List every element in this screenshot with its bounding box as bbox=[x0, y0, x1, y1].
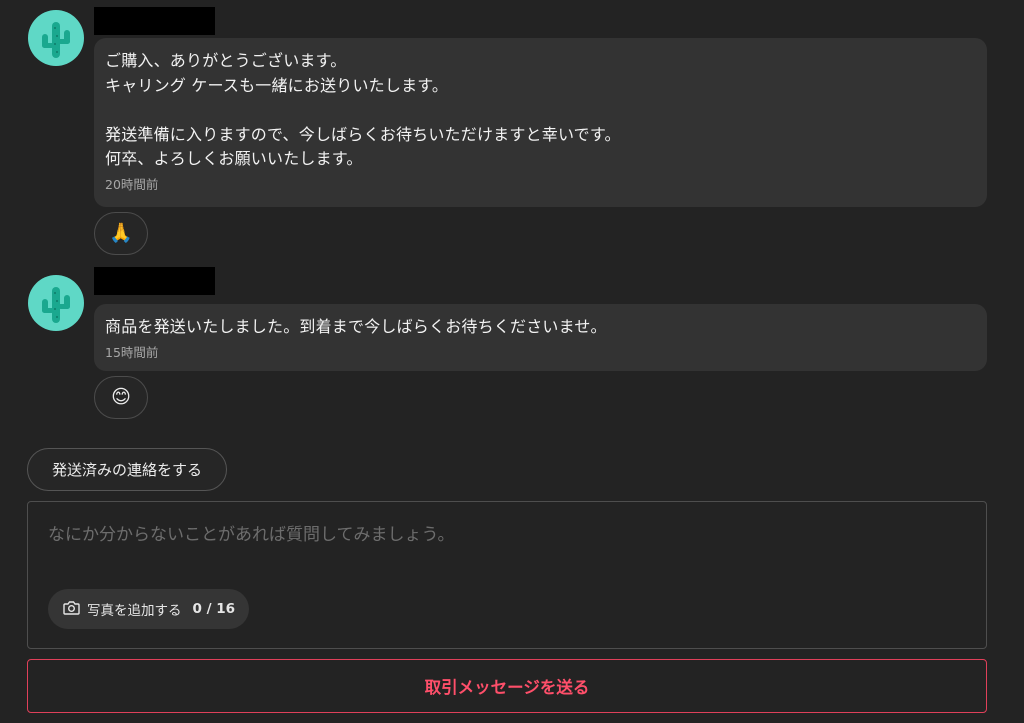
redacted-username bbox=[94, 267, 215, 295]
reaction-badge[interactable]: 😊 bbox=[94, 376, 148, 419]
message-text: ご購入、ありがとうございます。 キャリング ケースも一緒にお送りいたします。 発… bbox=[105, 51, 621, 168]
add-photo-label: 写真を追加する bbox=[87, 603, 182, 619]
message-input[interactable] bbox=[48, 520, 968, 580]
photo-counter: 0 / 16 bbox=[192, 601, 236, 617]
smiling-face-icon: 😊 bbox=[111, 386, 131, 408]
transaction-message-page: ご購入、ありがとうございます。 キャリング ケースも一緒にお送りいたします。 発… bbox=[0, 0, 1024, 723]
message-timestamp: 20時間前 bbox=[105, 176, 159, 192]
message-text: 商品を発送いたしました。到着まで今しばらくお待ちくださいませ。 bbox=[105, 317, 607, 336]
camera-icon bbox=[63, 600, 80, 619]
add-photo-button[interactable]: 写真を追加する 0 / 16 bbox=[48, 589, 249, 629]
reaction-badge[interactable]: 🙏 bbox=[94, 212, 148, 255]
shipped-notice-button[interactable]: 発送済みの連絡をする bbox=[27, 448, 227, 491]
redacted-username bbox=[94, 7, 215, 35]
cactus-avatar-icon[interactable] bbox=[28, 10, 84, 66]
praying-hands-icon: 🙏 bbox=[109, 222, 133, 244]
message-bubble: 商品を発送いたしました。到着まで今しばらくお待ちくださいませ。 15時間前 bbox=[94, 304, 987, 371]
message-timestamp: 15時間前 bbox=[105, 344, 159, 360]
cactus-avatar-icon[interactable] bbox=[28, 275, 84, 331]
message-bubble: ご購入、ありがとうございます。 キャリング ケースも一緒にお送りいたします。 発… bbox=[94, 38, 987, 207]
message-compose-box: 写真を追加する 0 / 16 bbox=[27, 501, 987, 649]
send-message-button[interactable]: 取引メッセージを送る bbox=[27, 659, 987, 713]
